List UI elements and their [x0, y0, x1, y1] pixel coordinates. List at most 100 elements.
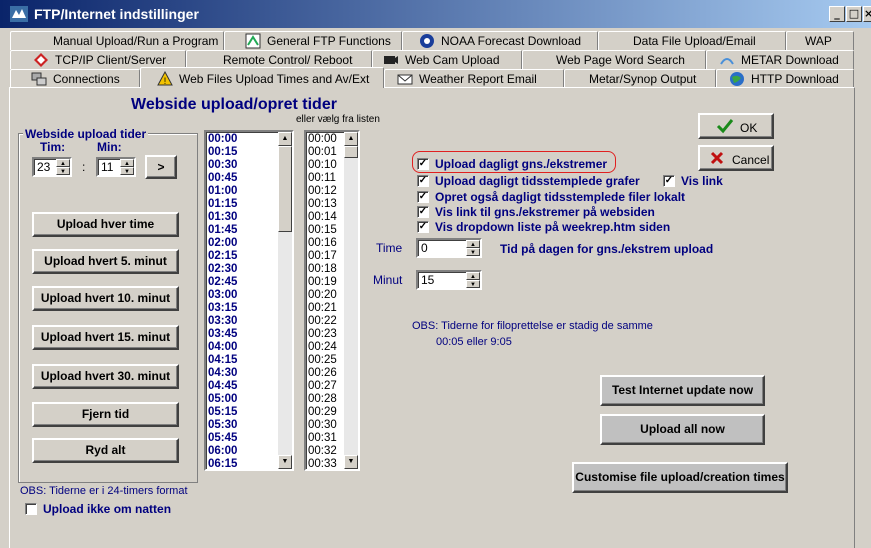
list-item[interactable]: 00:31 [308, 432, 337, 445]
cancel-button[interactable]: Cancel [698, 145, 774, 171]
add-time-button[interactable]: > [145, 155, 177, 179]
list-item[interactable]: 00:32 [308, 445, 337, 458]
scroll-thumb[interactable] [344, 146, 358, 158]
tab-http-download[interactable]: HTTP Download [716, 69, 854, 88]
list-item[interactable]: 05:30 [208, 419, 237, 432]
list-item[interactable]: 03:30 [208, 315, 237, 328]
list-item[interactable]: 00:23 [308, 328, 337, 341]
test-internet-update-button[interactable]: Test Internet update now [600, 375, 765, 406]
close-button[interactable]: × [863, 6, 871, 22]
list-item[interactable]: 00:25 [308, 354, 337, 367]
list-item[interactable]: 05:15 [208, 406, 237, 419]
list-item[interactable]: 00:10 [308, 159, 337, 172]
list-item[interactable]: 02:15 [208, 250, 237, 263]
scroll-up-arrow[interactable]: ▲ [278, 132, 292, 146]
list-item[interactable]: 00:16 [308, 237, 337, 250]
extreme-minute-up-arrow[interactable]: ▲ [466, 272, 480, 280]
scroll-down-arrow[interactable]: ▼ [344, 455, 358, 469]
list-item[interactable]: 00:18 [308, 263, 337, 276]
list-item[interactable]: 00:11 [308, 172, 337, 185]
times-scrollbar[interactable]: ▲ ▼ [278, 132, 292, 469]
list-item[interactable]: 00:21 [308, 302, 337, 315]
list-item[interactable]: 00:14 [308, 211, 337, 224]
list-item[interactable]: 00:45 [208, 172, 237, 185]
upload-5min-button[interactable]: Upload hvert 5. minut [32, 249, 179, 274]
tab-metar-synop[interactable]: Metar/Synop Output [564, 69, 716, 88]
tab-webcam-upload[interactable]: Web Cam Upload [372, 50, 522, 69]
list-item[interactable]: 00:01 [308, 146, 337, 159]
tab-web-page-word-search[interactable]: Web Page Word Search [522, 50, 706, 69]
upload-extremes-checkbox[interactable]: ✓ [417, 158, 429, 170]
create-local-checkbox[interactable]: ✓ [417, 191, 429, 203]
list-item[interactable]: 01:00 [208, 185, 237, 198]
extreme-minute-spinner[interactable]: 15 ▲ ▼ [416, 270, 482, 290]
list-item[interactable]: 05:45 [208, 432, 237, 445]
tab-manual-upload[interactable]: Manual Upload/Run a Program [10, 31, 224, 50]
tab-data-file-upload[interactable]: Data File Upload/Email [598, 31, 786, 50]
list-item[interactable]: 00:24 [308, 341, 337, 354]
extreme-hour-down-arrow[interactable]: ▼ [466, 248, 480, 256]
scroll-down-arrow[interactable]: ▼ [278, 455, 292, 469]
minute-up-arrow[interactable]: ▲ [120, 159, 134, 167]
hour-up-arrow[interactable]: ▲ [56, 159, 70, 167]
no-night-checkbox[interactable] [25, 503, 37, 515]
list-item[interactable]: 00:17 [308, 250, 337, 263]
show-link-extremes-checkbox[interactable]: ✓ [417, 206, 429, 218]
list-item[interactable]: 00:15 [308, 224, 337, 237]
list-item[interactable]: 04:15 [208, 354, 237, 367]
choices-scrollbar[interactable]: ▲ ▼ [344, 132, 358, 469]
remove-time-button[interactable]: Fjern tid [32, 402, 179, 427]
list-item[interactable]: 01:30 [208, 211, 237, 224]
customise-upload-times-button[interactable]: Customise file upload/creation times [572, 462, 788, 493]
scroll-thumb[interactable] [278, 146, 292, 232]
list-item[interactable]: 06:15 [208, 458, 237, 469]
upload-30min-button[interactable]: Upload hvert 30. minut [32, 364, 179, 389]
list-item[interactable]: 04:00 [208, 341, 237, 354]
upload-hourly-button[interactable]: Upload hver time [32, 212, 179, 237]
upload-15min-button[interactable]: Upload hvert 15. minut [32, 325, 179, 350]
list-item[interactable]: 03:00 [208, 289, 237, 302]
upload-all-now-button[interactable]: Upload all now [600, 414, 765, 445]
list-item[interactable]: 02:30 [208, 263, 237, 276]
tab-noaa-forecast[interactable]: NOAA Forecast Download [402, 31, 598, 50]
clear-all-button[interactable]: Ryd alt [32, 438, 179, 463]
list-item[interactable]: 00:13 [308, 198, 337, 211]
list-item[interactable]: 00:26 [308, 367, 337, 380]
list-item[interactable]: 00:15 [208, 146, 237, 159]
tab-connections[interactable]: Connections [10, 69, 140, 88]
list-item[interactable]: 04:30 [208, 367, 237, 380]
extreme-minute-down-arrow[interactable]: ▼ [466, 280, 480, 288]
list-item[interactable]: 00:30 [208, 159, 237, 172]
list-item[interactable]: 04:45 [208, 380, 237, 393]
list-item[interactable]: 00:19 [308, 276, 337, 289]
list-item[interactable]: 00:30 [308, 419, 337, 432]
show-link-checkbox[interactable]: ✓ [663, 175, 675, 187]
list-item[interactable]: 05:00 [208, 393, 237, 406]
list-item[interactable]: 01:15 [208, 198, 237, 211]
time-choice-list[interactable]: 00:00 00:01 00:10 00:11 00:12 00:13 00:14 00:15… [304, 130, 360, 471]
list-item[interactable]: 00:00 [208, 133, 237, 146]
minute-down-arrow[interactable]: ▼ [120, 167, 134, 175]
upload-10min-button[interactable]: Upload hvert 10. minut [32, 286, 179, 311]
list-item[interactable]: 00:28 [308, 393, 337, 406]
list-item[interactable]: 03:15 [208, 302, 237, 315]
list-item[interactable]: 01:45 [208, 224, 237, 237]
list-item[interactable]: 00:20 [308, 289, 337, 302]
tab-general-ftp[interactable]: General FTP Functions [224, 31, 402, 50]
maximize-button[interactable]: □ [846, 6, 862, 22]
upload-graphs-checkbox[interactable]: ✓ [417, 175, 429, 187]
tab-wap[interactable]: WAP [786, 31, 854, 50]
scroll-up-arrow[interactable]: ▲ [344, 132, 358, 146]
extreme-hour-spinner[interactable]: 0 ▲ ▼ [416, 238, 482, 258]
ok-button[interactable]: OK [698, 113, 774, 139]
list-item[interactable]: 00:27 [308, 380, 337, 393]
selected-times-list[interactable]: 00:00 00:15 00:30 00:45 01:00 01:15 01:30 01:45… [204, 130, 294, 471]
list-item[interactable]: 06:00 [208, 445, 237, 458]
tab-web-files-upload[interactable]: ! Web Files Upload Times and Av/Ext [140, 67, 384, 88]
extreme-hour-up-arrow[interactable]: ▲ [466, 240, 480, 248]
minute-spinner[interactable]: 11 ▲ ▼ [96, 157, 136, 177]
list-item[interactable]: 00:33 [308, 458, 337, 469]
hour-spinner[interactable]: 23 ▲ ▼ [32, 157, 72, 177]
list-item[interactable]: 00:22 [308, 315, 337, 328]
hour-down-arrow[interactable]: ▼ [56, 167, 70, 175]
